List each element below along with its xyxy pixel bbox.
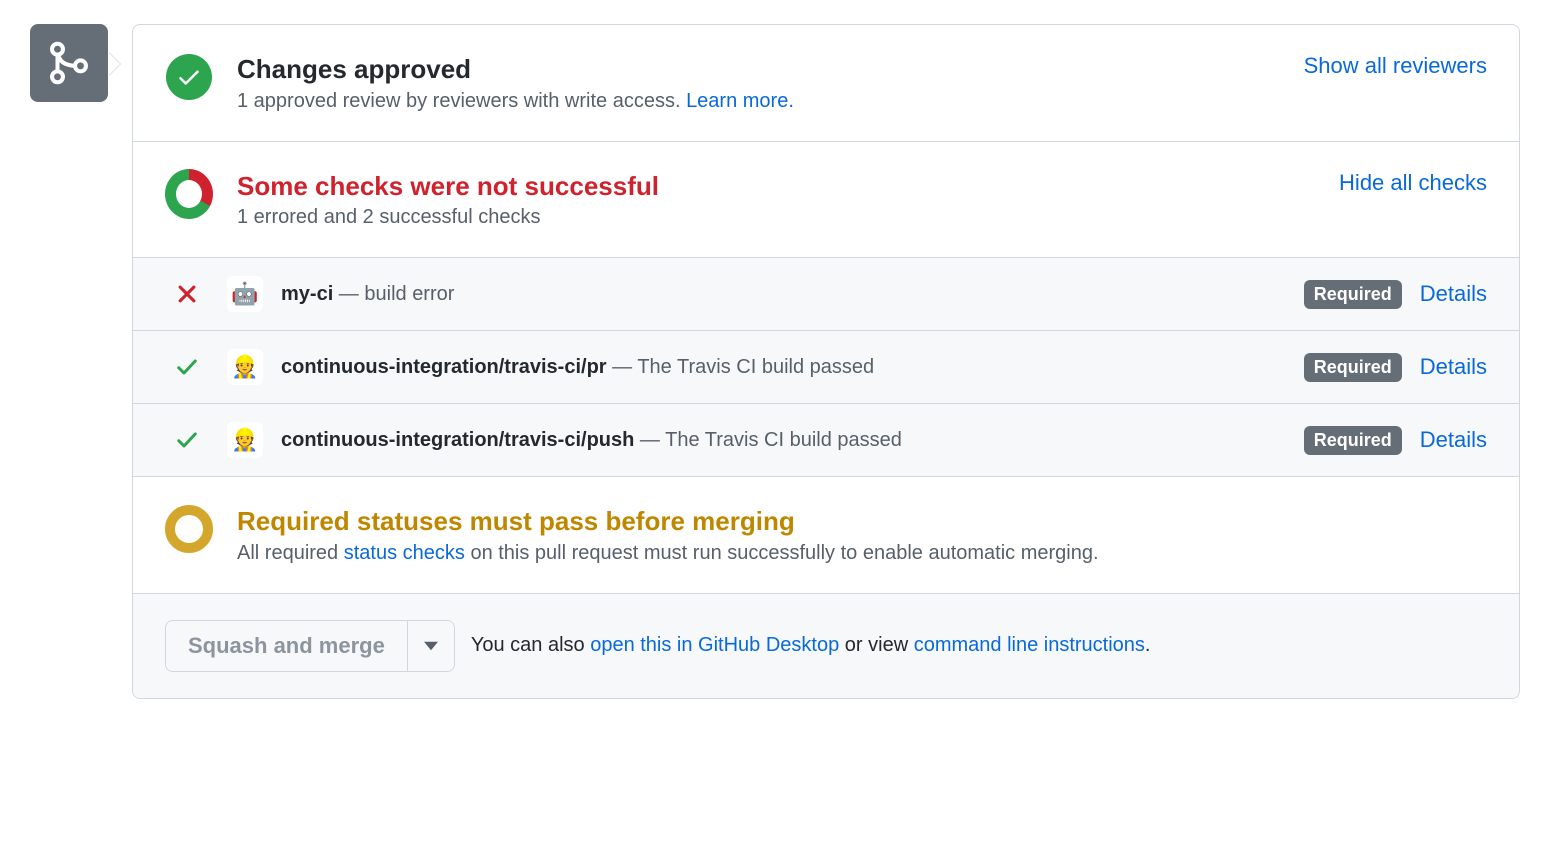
status-donut-icon [165,170,213,218]
status-approved-icon [165,53,213,101]
required-title: Required statuses must pass before mergi… [237,505,1487,538]
check-msg: The Travis CI build passed [637,356,874,378]
footer-text: You can also open this in GitHub Desktop… [471,634,1151,657]
check-text: continuous-integration/travis-ci/push — … [281,429,1286,452]
approval-title: Changes approved [237,53,1280,86]
required-sub-prefix: All required [237,542,344,564]
footer-text-mid: or view [839,634,913,656]
check-icon [165,355,209,379]
approval-subtitle: 1 approved review by reviewers with writ… [237,90,1280,113]
checks-summary-subtitle: 1 errored and 2 successful checks [237,206,1315,229]
git-merge-icon [30,24,108,102]
panel: Changes approved 1 approved review by re… [132,24,1520,699]
show-all-reviewers-link[interactable]: Show all reviewers [1304,53,1487,79]
footer-text-end: . [1145,634,1151,656]
check-avatar-travis: 👷 [227,349,263,385]
check-name: continuous-integration/travis-ci/pr [281,356,607,378]
check-avatar-travis: 👷 [227,422,263,458]
check-text: my-ci — build error [281,283,1286,306]
approval-subtitle-text: 1 approved review by reviewers with writ… [237,90,686,112]
check-avatar-robot: 🤖 [227,276,263,312]
x-icon [165,283,209,305]
check-row: 👷 continuous-integration/travis-ci/pr — … [133,331,1519,404]
check-row: 🤖 my-ci — build error Required Details [133,258,1519,331]
check-details-link[interactable]: Details [1420,427,1487,453]
check-sep: — [607,356,638,378]
required-sub-suffix: on this pull request must run successful… [465,542,1099,564]
checks-summary-body: Some checks were not successful 1 errore… [237,170,1315,230]
caret-down-icon [424,639,438,653]
footer-text-prefix: You can also [471,634,590,656]
learn-more-link[interactable]: Learn more. [686,90,794,112]
approval-section: Changes approved 1 approved review by re… [133,25,1519,142]
checks-summary-section: Some checks were not successful 1 errore… [133,142,1519,259]
status-pending-icon [165,505,213,553]
checks-summary-title: Some checks were not successful [237,170,1315,203]
required-subtitle: All required status checks on this pull … [237,542,1487,565]
required-badge: Required [1304,280,1402,309]
required-statuses-section: Required statuses must pass before mergi… [133,477,1519,594]
merge-footer: Squash and merge You can also open this … [133,594,1519,698]
check-name: continuous-integration/travis-ci/push [281,429,634,451]
check-msg: build error [364,283,454,305]
status-checks-link[interactable]: status checks [344,542,465,564]
required-badge: Required [1304,353,1402,382]
check-msg: The Travis CI build passed [665,429,902,451]
merge-dropdown-button[interactable] [407,621,454,671]
check-icon [165,428,209,452]
cli-instructions-link[interactable]: command line instructions [914,634,1145,656]
check-name: my-ci [281,283,333,305]
required-body: Required statuses must pass before mergi… [237,505,1487,565]
check-details-link[interactable]: Details [1420,281,1487,307]
open-desktop-link[interactable]: open this in GitHub Desktop [590,634,839,656]
merge-status-panel: Changes approved 1 approved review by re… [30,24,1520,699]
check-row: 👷 continuous-integration/travis-ci/push … [133,404,1519,477]
check-sep: — [333,283,364,305]
squash-merge-button[interactable]: Squash and merge [166,621,407,671]
check-details-link[interactable]: Details [1420,354,1487,380]
approval-body: Changes approved 1 approved review by re… [237,53,1280,113]
hide-all-checks-link[interactable]: Hide all checks [1339,170,1487,196]
merge-button-group: Squash and merge [165,620,455,672]
required-badge: Required [1304,426,1402,455]
check-sep: — [634,429,665,451]
check-text: continuous-integration/travis-ci/pr — Th… [281,356,1286,379]
